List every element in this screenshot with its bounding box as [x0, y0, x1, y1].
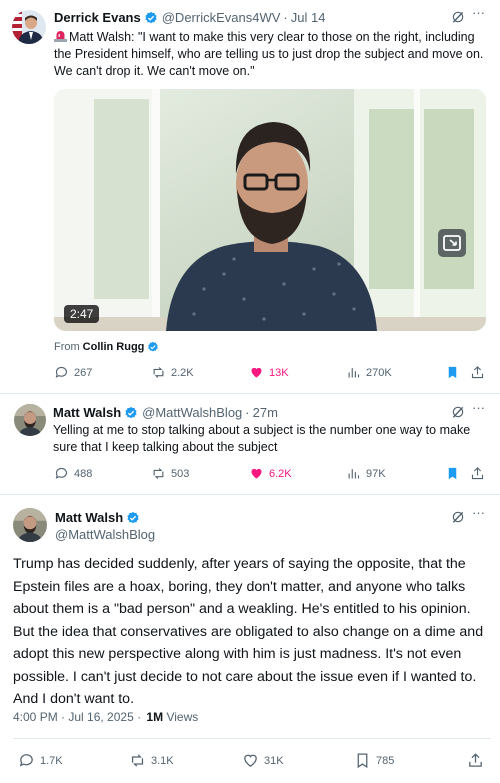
- reply-button[interactable]: 1.7K: [18, 752, 63, 769]
- share-icon[interactable]: [470, 365, 485, 380]
- handle[interactable]: @MattWalshBlog: [142, 405, 242, 420]
- grok-icon[interactable]: [451, 10, 465, 24]
- views-count: 97K: [366, 467, 386, 480]
- display-name[interactable]: Matt Walsh: [55, 510, 123, 525]
- views-chart-icon: [348, 469, 360, 479]
- views-button[interactable]: 97K: [346, 466, 386, 481]
- tweet-text: Matt Walsh: "I want to make this very cl…: [54, 29, 490, 80]
- timestamp[interactable]: Jul 14: [291, 10, 326, 25]
- reply-button[interactable]: 488: [54, 466, 92, 481]
- tweet-header: Matt Walsh @MattWalshBlog · 27m: [53, 405, 278, 420]
- reply-icon: [55, 467, 68, 479]
- verified-badge-icon: [126, 511, 140, 525]
- share-icon[interactable]: [467, 752, 484, 769]
- more-options-icon[interactable]: ···: [472, 401, 485, 414]
- divider: [0, 393, 500, 394]
- tweet-body: Yelling at me to stop talking about a su…: [53, 423, 471, 454]
- more-options-icon[interactable]: ···: [472, 506, 485, 519]
- tweet-timestamp[interactable]: 4:00 PM · Jul 16, 2025 ·: [13, 710, 141, 724]
- verified-badge-icon: [144, 11, 158, 25]
- divider: [13, 738, 491, 739]
- views-count: 270K: [366, 366, 392, 379]
- like-button[interactable]: 31K: [242, 752, 284, 769]
- heart-outline-icon: [244, 754, 257, 767]
- video-thumbnail: [54, 89, 486, 331]
- video-duration-badge: 2:47: [64, 305, 100, 323]
- display-name[interactable]: Matt Walsh: [53, 405, 121, 420]
- reply-icon: [19, 754, 33, 767]
- heart-filled-icon: [251, 468, 262, 479]
- reply-button[interactable]: 267: [54, 365, 92, 380]
- reply-count: 488: [74, 467, 93, 480]
- tweet-header: Derrick Evans @DerrickEvans4WV · Jul 14: [54, 10, 325, 25]
- repost-count: 503: [171, 467, 190, 480]
- repost-count: 2.2K: [171, 366, 194, 379]
- like-count: 6.2K: [269, 467, 292, 480]
- like-count: 31K: [264, 754, 284, 767]
- video-player[interactable]: 2:47: [54, 89, 486, 331]
- tweet-meta: 4:00 PM · Jul 16, 2025 · 1M Views: [13, 710, 198, 724]
- grok-icon[interactable]: [451, 510, 465, 524]
- share-icon[interactable]: [470, 466, 485, 481]
- repost-icon: [131, 754, 144, 767]
- video-duration: 2:47: [70, 307, 94, 321]
- repost-icon: [153, 367, 164, 378]
- bookmark-button[interactable]: 785: [354, 752, 394, 769]
- avatar[interactable]: [13, 508, 47, 542]
- heart-filled-icon: [251, 367, 262, 378]
- separator: ·: [283, 10, 288, 25]
- handle[interactable]: @DerrickEvans4WV: [162, 10, 281, 25]
- repost-button[interactable]: 2.2K: [151, 365, 194, 380]
- bookmark-count: 785: [376, 754, 395, 767]
- views-button[interactable]: 270K: [346, 365, 392, 380]
- repost-button[interactable]: 503: [151, 466, 189, 481]
- from-name[interactable]: Collin Rugg: [83, 341, 145, 353]
- like-count: 13K: [269, 366, 289, 379]
- tweet-header: Matt Walsh: [55, 510, 144, 525]
- tweet-text: Trump has decided suddenly, after years …: [13, 553, 491, 711]
- bookmark-filled-icon[interactable]: [445, 466, 460, 481]
- rotating-light-emoji-icon: [54, 30, 67, 42]
- verified-badge-icon: [147, 341, 159, 353]
- reply-count: 1.7K: [40, 754, 63, 767]
- divider: [0, 494, 500, 495]
- display-name[interactable]: Derrick Evans: [54, 10, 141, 25]
- avatar[interactable]: [14, 404, 46, 436]
- tweet-text: Yelling at me to stop talking about a su…: [53, 422, 493, 456]
- repost-button[interactable]: 3.1K: [129, 752, 174, 769]
- more-options-icon[interactable]: ···: [472, 6, 485, 19]
- tweet-body: Trump has decided suddenly, after years …: [13, 556, 484, 707]
- bookmark-filled-icon[interactable]: [445, 365, 460, 380]
- repost-count: 3.1K: [151, 754, 174, 767]
- timestamp[interactable]: 27m: [253, 405, 278, 420]
- grok-icon[interactable]: [451, 405, 465, 419]
- repost-icon: [153, 468, 164, 479]
- separator: ·: [245, 405, 250, 420]
- tweet-body: Matt Walsh: "I want to make this very cl…: [54, 30, 484, 78]
- verified-badge-icon: [124, 406, 138, 420]
- avatar[interactable]: [12, 10, 46, 44]
- views-total: 1M: [146, 710, 164, 724]
- bookmark-outline-icon: [357, 753, 368, 769]
- handle[interactable]: @MattWalshBlog: [55, 527, 155, 542]
- views-label: Views: [166, 710, 199, 724]
- reply-icon: [55, 366, 68, 378]
- like-button[interactable]: 6.2K: [249, 466, 292, 481]
- from-label: From: [54, 341, 80, 353]
- reply-count: 267: [74, 366, 93, 379]
- views-chart-icon: [348, 368, 360, 378]
- like-button[interactable]: 13K: [249, 365, 289, 380]
- from-attribution: From Collin Rugg: [54, 341, 163, 353]
